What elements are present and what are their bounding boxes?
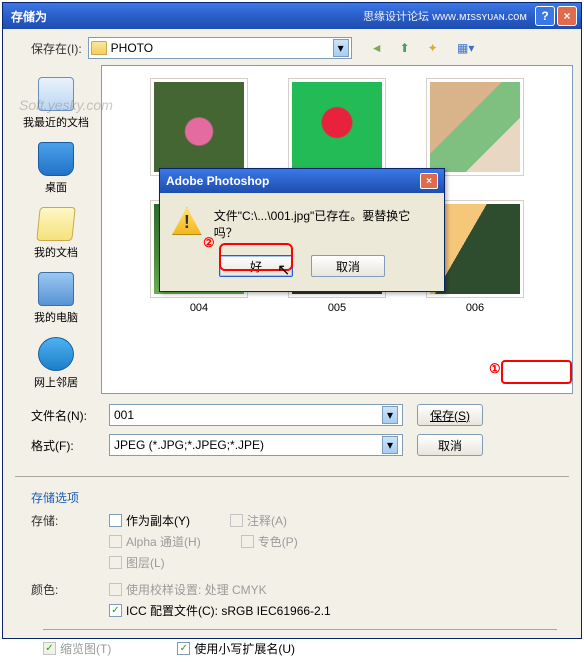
- layers-checkbox: 图层(L): [109, 554, 165, 571]
- dialog-message: 文件"C:\...\001.jpg"已存在。要替换它吗？: [214, 207, 432, 241]
- file-thumb[interactable]: [426, 78, 524, 176]
- new-folder-button[interactable]: ✦: [422, 37, 444, 59]
- save-in-label: 保存在(I):: [31, 40, 82, 57]
- places-bar: 我最近的文档 桌面 我的文档 我的电脑 网上邻居: [11, 65, 101, 394]
- proof-checkbox: 使用校样设置: 处理 CMYK: [109, 581, 267, 598]
- chevron-down-icon[interactable]: ▾: [382, 436, 398, 454]
- options-title: 存储选项: [31, 489, 109, 506]
- thumbnail-checkbox: ✓缩览图(T): [43, 640, 111, 657]
- back-button[interactable]: ◄: [366, 37, 388, 59]
- dialog-titlebar: Adobe Photoshop ×: [160, 169, 444, 193]
- icc-checkbox[interactable]: ✓ICC 配置文件(C): sRGB IEC61966-2.1: [109, 602, 331, 619]
- save-options-label: 存储:: [31, 512, 109, 575]
- dialog-close-button[interactable]: ×: [420, 173, 438, 189]
- place-mydocs[interactable]: 我的文档: [16, 203, 96, 264]
- save-button[interactable]: 保存(S): [417, 404, 483, 426]
- alpha-checkbox: Alpha 通道(H): [109, 533, 201, 550]
- close-button[interactable]: ×: [557, 6, 577, 26]
- file-thumb[interactable]: [288, 78, 386, 176]
- view-menu-button[interactable]: ▦▾: [450, 37, 482, 59]
- lowercase-ext-checkbox[interactable]: ✓使用小写扩展名(U): [177, 640, 295, 657]
- warning-icon: !: [172, 207, 202, 235]
- location-value: PHOTO: [111, 41, 333, 55]
- as-copy-checkbox[interactable]: 作为副本(Y): [109, 512, 190, 529]
- chevron-down-icon[interactable]: ▾: [382, 406, 398, 424]
- location-combo[interactable]: PHOTO ▾: [88, 37, 352, 59]
- confirm-dialog: Adobe Photoshop × ! 文件"C:\...\001.jpg"已存…: [159, 168, 445, 292]
- folder-icon: [91, 41, 107, 55]
- annotations-checkbox: 注释(A): [230, 512, 287, 529]
- filename-label: 文件名(N):: [31, 407, 109, 424]
- dialog-cancel-button[interactable]: 取消: [311, 255, 385, 277]
- place-desktop[interactable]: 桌面: [16, 138, 96, 199]
- place-network[interactable]: 网上邻居: [16, 333, 96, 394]
- filename-input[interactable]: 001 ▾: [109, 404, 403, 426]
- window-title: 存储为: [7, 8, 363, 25]
- file-thumb[interactable]: [150, 78, 248, 176]
- color-options-label: 颜色:: [31, 581, 109, 623]
- annotation-number-2: ②: [203, 235, 215, 251]
- place-recent[interactable]: 我最近的文档: [16, 73, 96, 134]
- format-label: 格式(F):: [31, 437, 109, 454]
- dialog-ok-button[interactable]: 好: [219, 255, 293, 277]
- location-toolbar: 保存在(I): PHOTO ▾ ◄ ⬆ ✦ ▦▾: [3, 29, 581, 65]
- help-button[interactable]: ?: [535, 6, 555, 26]
- chevron-down-icon[interactable]: ▾: [333, 39, 349, 57]
- titlebar: 存储为 思缘设计论坛 ᴡᴡᴡ.ᴍɪssʏᴜᴀɴ.ᴄᴏᴍ ? ×: [3, 3, 581, 29]
- place-mycomp[interactable]: 我的电脑: [16, 268, 96, 329]
- format-combo[interactable]: JPEG (*.JPG;*.JPEG;*.JPE) ▾: [109, 434, 403, 456]
- up-folder-button[interactable]: ⬆: [394, 37, 416, 59]
- spot-checkbox: 专色(P): [241, 533, 298, 550]
- annotation-number-1: ①: [489, 361, 501, 377]
- brand-text: 思缘设计论坛 ᴡᴡᴡ.ᴍɪssʏᴜᴀɴ.ᴄᴏᴍ: [363, 8, 527, 24]
- cancel-button[interactable]: 取消: [417, 434, 483, 456]
